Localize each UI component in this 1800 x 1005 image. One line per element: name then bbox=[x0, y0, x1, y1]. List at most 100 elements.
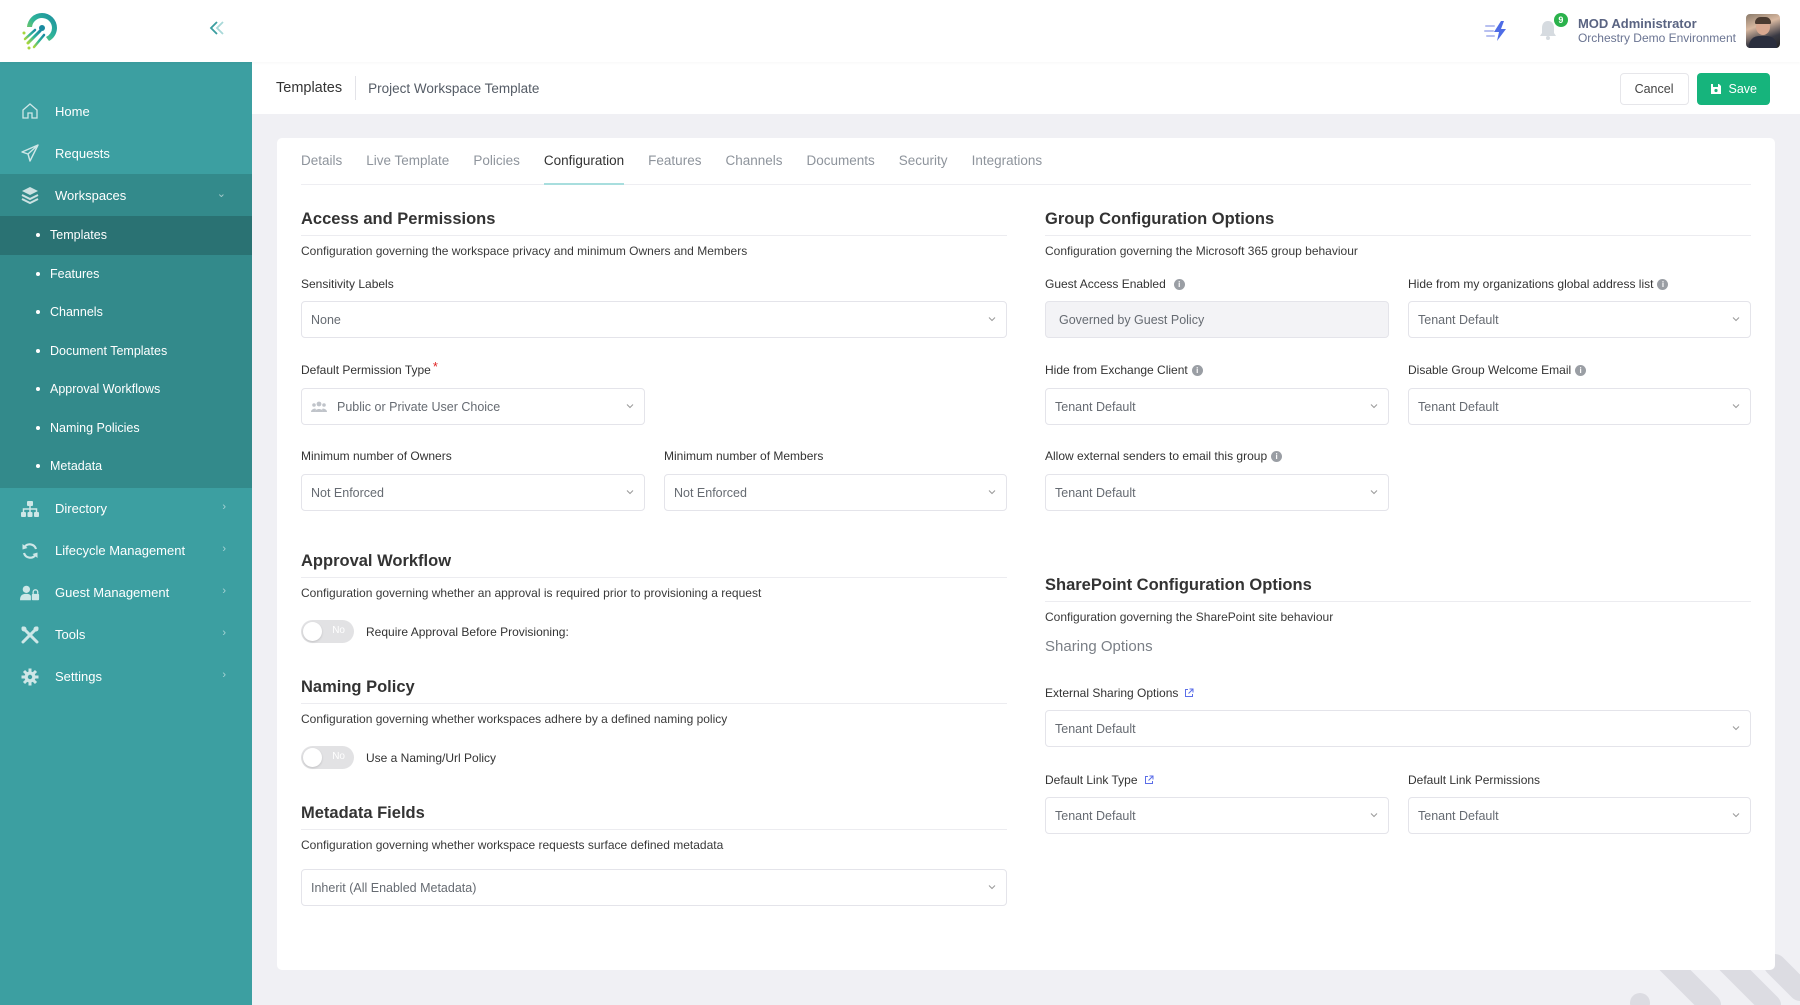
tab-security[interactable]: Security bbox=[899, 137, 948, 184]
sidebar-item-workspaces[interactable]: Workspaces ⌄ bbox=[0, 174, 252, 216]
paper-plane-icon bbox=[20, 143, 40, 163]
select-value: Public or Private User Choice bbox=[337, 399, 501, 414]
min-owners-select[interactable]: Not Enforced bbox=[301, 474, 645, 511]
hide-exchange-select[interactable]: Tenant Default bbox=[1045, 388, 1389, 425]
breadcrumb-root[interactable]: Templates bbox=[276, 76, 357, 100]
sidebar-subitem-features[interactable]: Features bbox=[0, 255, 252, 294]
field-value: Governed by Guest Policy bbox=[1059, 312, 1205, 327]
access-permissions-section: Access and Permissions Configuration gov… bbox=[301, 210, 1007, 511]
page-header: Templates Project Workspace Template Can… bbox=[252, 62, 1800, 114]
external-link-icon[interactable] bbox=[1144, 775, 1154, 785]
info-icon[interactable]: i bbox=[1173, 278, 1185, 290]
user-lock-icon bbox=[20, 583, 40, 603]
sidebar-item-directory[interactable]: Directory › bbox=[0, 488, 252, 530]
orchestry-logo[interactable] bbox=[20, 11, 62, 51]
info-icon[interactable]: i bbox=[1657, 278, 1669, 290]
sidebar-subitem-naming-policies[interactable]: Naming Policies bbox=[0, 409, 252, 448]
select-value: Tenant Default bbox=[1055, 808, 1136, 823]
section-title: Naming Policy bbox=[301, 678, 1007, 704]
tab-configuration[interactable]: Configuration bbox=[543, 137, 625, 185]
tab-features[interactable]: Features bbox=[648, 137, 701, 184]
sidebar-item-settings[interactable]: Settings › bbox=[0, 656, 252, 698]
guest-access-field: Governed by Guest Policy bbox=[1045, 301, 1389, 338]
label-text: Hide from my organizations global addres… bbox=[1408, 277, 1654, 291]
hide-gal-select[interactable]: Tenant Default bbox=[1408, 301, 1751, 338]
min-members-select[interactable]: Not Enforced bbox=[664, 474, 1007, 511]
sidebar-item-label: Lifecycle Management bbox=[55, 543, 186, 558]
collapse-sidebar-button[interactable] bbox=[206, 18, 228, 42]
cancel-button[interactable]: Cancel bbox=[1619, 73, 1689, 105]
chevron-down-icon bbox=[1732, 404, 1740, 409]
min-members-label: Minimum number of Members bbox=[664, 448, 823, 464]
tab-documents[interactable]: Documents bbox=[807, 137, 875, 184]
label-text: Disable Group Welcome Email bbox=[1408, 363, 1572, 377]
sidebar-subitem-label: Naming Policies bbox=[50, 420, 140, 435]
label-text: Minimum number of Owners bbox=[301, 449, 452, 463]
external-sharing-select[interactable]: Tenant Default bbox=[1045, 710, 1751, 747]
tab-integrations[interactable]: Integrations bbox=[972, 137, 1043, 184]
sidebar-subitem-metadata[interactable]: Metadata bbox=[0, 447, 252, 486]
user-avatar[interactable] bbox=[1746, 14, 1780, 48]
sidebar-item-requests[interactable]: Requests bbox=[0, 132, 252, 174]
tab-channels[interactable]: Channels bbox=[725, 137, 782, 184]
section-title: Access and Permissions bbox=[301, 210, 1007, 236]
welcome-email-select[interactable]: Tenant Default bbox=[1408, 388, 1751, 425]
sidebar-subitem-approval-workflows[interactable]: Approval Workflows bbox=[0, 370, 252, 409]
tab-bar: Details Live Template Policies Configura… bbox=[301, 138, 1751, 185]
chevron-down-icon bbox=[988, 490, 996, 495]
section-description: Configuration governing the SharePoint s… bbox=[1045, 610, 1334, 624]
label-text: Default Link Permissions bbox=[1408, 773, 1541, 787]
tab-details[interactable]: Details bbox=[301, 137, 342, 184]
sensitivity-labels-select[interactable]: None bbox=[301, 301, 1007, 338]
external-sharing-label: External Sharing Options bbox=[1045, 685, 1194, 701]
home-icon bbox=[20, 101, 40, 121]
external-link-icon[interactable] bbox=[1184, 688, 1194, 698]
toggle-state: No bbox=[332, 625, 345, 636]
label-text: Minimum number of Members bbox=[664, 449, 824, 463]
tab-policies[interactable]: Policies bbox=[473, 137, 520, 184]
toggle-state: No bbox=[332, 751, 345, 762]
user-info[interactable]: MOD Administrator Orchestry Demo Environ… bbox=[1578, 16, 1736, 46]
layers-icon bbox=[20, 185, 40, 205]
sidebar-subitem-templates[interactable]: Templates bbox=[0, 216, 252, 255]
sidebar-item-home[interactable]: Home bbox=[0, 90, 252, 132]
sidebar-item-tools[interactable]: Tools › bbox=[0, 614, 252, 656]
external-senders-select[interactable]: Tenant Default bbox=[1045, 474, 1389, 511]
default-permission-type-select[interactable]: Public or Private User Choice bbox=[301, 388, 645, 425]
select-value: Tenant Default bbox=[1055, 485, 1136, 500]
min-owners-label: Minimum number of Owners bbox=[301, 448, 452, 464]
link-type-select[interactable]: Tenant Default bbox=[1045, 797, 1389, 834]
chevron-down-icon bbox=[988, 885, 996, 890]
refresh-icon bbox=[20, 541, 40, 561]
sharepoint-configuration-section: SharePoint Configuration Options Configu… bbox=[1045, 576, 1751, 834]
save-button[interactable]: Save bbox=[1696, 73, 1770, 105]
chevron-right-icon: › bbox=[222, 500, 226, 513]
require-approval-toggle[interactable]: No bbox=[301, 620, 354, 643]
info-icon[interactable]: i bbox=[1575, 364, 1587, 376]
section-description: Configuration governing whether workspac… bbox=[301, 838, 724, 852]
sidebar-subitem-channels[interactable]: Channels bbox=[0, 293, 252, 332]
tab-live-template[interactable]: Live Template bbox=[366, 137, 449, 184]
metadata-select[interactable]: Inherit (All Enabled Metadata) bbox=[301, 869, 1007, 906]
info-icon[interactable]: i bbox=[1271, 450, 1283, 462]
notification-count-badge: 9 bbox=[1553, 13, 1568, 27]
sidebar-item-lifecycle-management[interactable]: Lifecycle Management › bbox=[0, 530, 252, 572]
chevron-down-icon bbox=[1370, 404, 1378, 409]
info-icon[interactable]: i bbox=[1191, 364, 1203, 376]
user-environment: Orchestry Demo Environment bbox=[1577, 31, 1736, 45]
sidebar-subitem-document-templates[interactable]: Document Templates bbox=[0, 332, 252, 371]
chevron-down-icon: ⌄ bbox=[216, 188, 226, 200]
sidebar-item-label: Requests bbox=[55, 145, 110, 161]
sidebar-item-guest-management[interactable]: Guest Management › bbox=[0, 572, 252, 614]
naming-policy-toggle[interactable]: No bbox=[301, 746, 354, 769]
notifications-button[interactable]: 9 bbox=[1538, 13, 1568, 43]
section-title: Metadata Fields bbox=[301, 804, 1007, 830]
lightning-icon[interactable] bbox=[1483, 20, 1510, 42]
metadata-fields-section: Metadata Fields Configuration governing … bbox=[301, 804, 1007, 906]
sidebar-item-label: Tools bbox=[55, 627, 86, 642]
link-permissions-select[interactable]: Tenant Default bbox=[1408, 797, 1751, 834]
sidebar-subitem-label: Approval Workflows bbox=[50, 382, 161, 397]
sidebar-subitem-label: Metadata bbox=[50, 459, 103, 474]
sidebar-subitem-label: Templates bbox=[50, 228, 107, 243]
chevron-right-icon: › bbox=[222, 584, 226, 597]
